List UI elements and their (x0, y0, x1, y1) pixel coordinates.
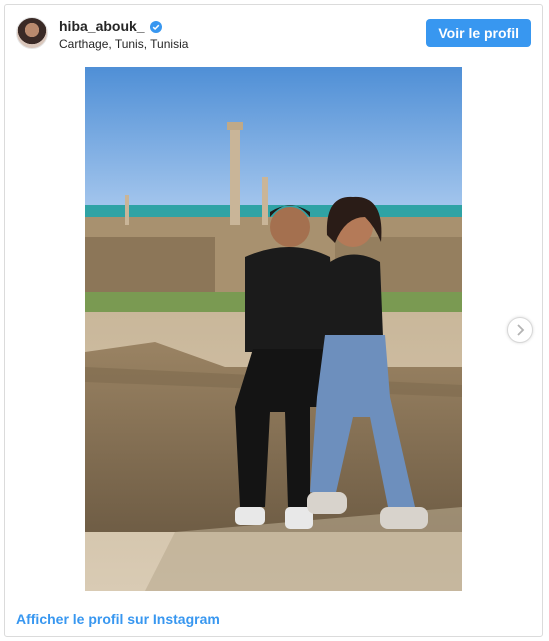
username[interactable]: hiba_abouk_ (59, 18, 145, 34)
post-header: hiba_abouk_ Carthage, Tunis, Tunisia Voi… (5, 5, 542, 61)
instagram-embed: hiba_abouk_ Carthage, Tunis, Tunisia Voi… (4, 4, 543, 637)
location-link[interactable]: Carthage, Tunis, Tunisia (59, 37, 188, 51)
post-photo[interactable] (85, 67, 462, 591)
chevron-right-icon (517, 324, 525, 336)
view-profile-button[interactable]: Voir le profil (426, 19, 531, 47)
avatar[interactable] (16, 17, 48, 49)
verified-badge-icon (149, 20, 162, 33)
view-on-instagram-link[interactable]: Afficher le profil sur Instagram (16, 611, 220, 627)
username-row: hiba_abouk_ (59, 18, 162, 34)
next-photo-button[interactable] (507, 317, 533, 343)
